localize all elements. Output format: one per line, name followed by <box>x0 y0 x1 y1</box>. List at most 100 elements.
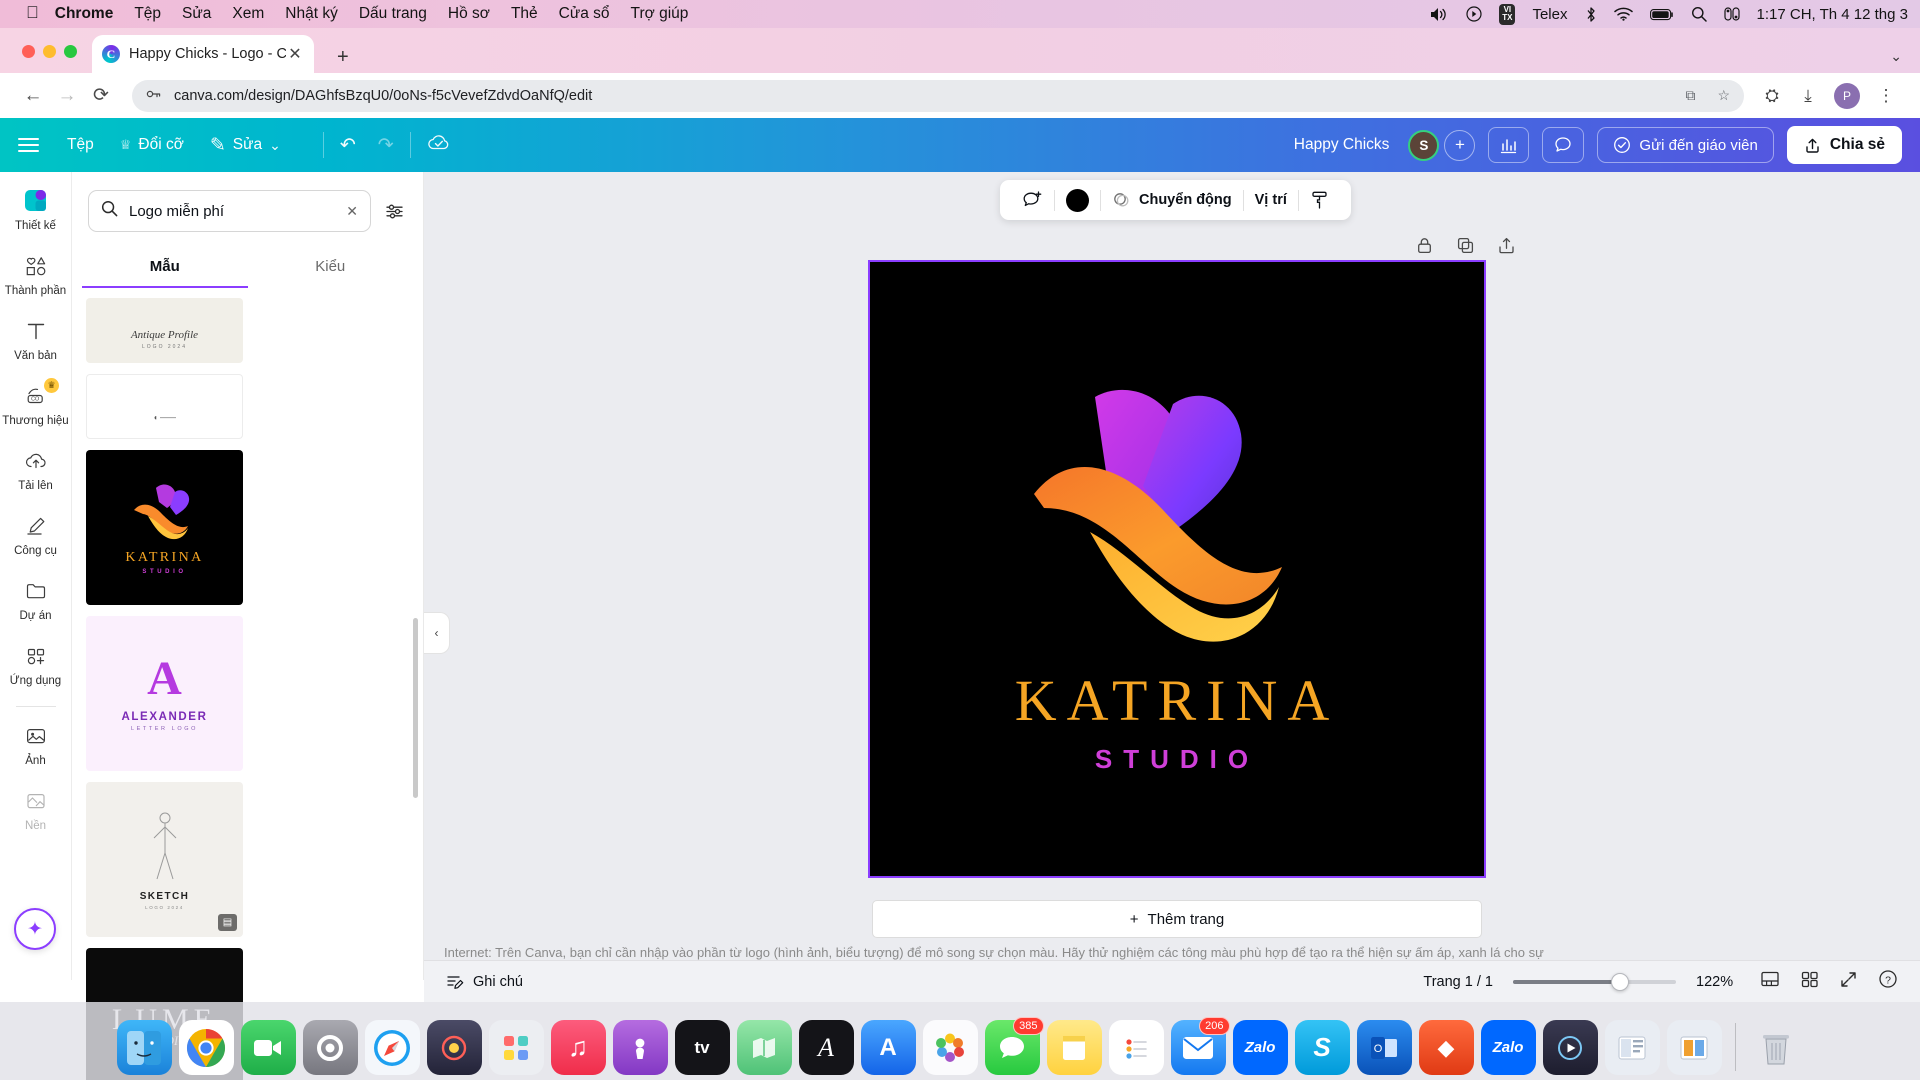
sidebar-item-apps[interactable]: Ứng dụng <box>0 641 71 687</box>
duplicate-icon[interactable] <box>1456 236 1475 260</box>
template-card[interactable]: A ALEXANDER LETTER LOGO <box>86 616 243 771</box>
dock-app-app-store-a[interactable]: A <box>798 1020 854 1075</box>
sidebar-item-elements[interactable]: Thành phần <box>0 251 71 297</box>
zoom-slider[interactable] <box>1513 972 1676 991</box>
bookmark-star-icon[interactable]: ☆ <box>1717 87 1730 104</box>
animate-button[interactable]: Chuyển động <box>1101 191 1243 210</box>
position-button[interactable]: Vị trí <box>1244 192 1298 208</box>
add-page-button[interactable]: + Thêm trang <box>872 900 1482 938</box>
tab-list-chevron-down-icon[interactable]: ⌄ <box>1890 48 1902 65</box>
dock-app-messages[interactable]: 385 <box>984 1017 1044 1075</box>
dock-app-apple-tv[interactable]: tv <box>674 1020 730 1075</box>
address-bar[interactable]: canva.com/design/DAGhfsBzqU0/0oNs-f5cVev… <box>132 79 1744 112</box>
dock-app-skype[interactable]: S <box>1294 1020 1350 1075</box>
file-menu-button[interactable]: Tệp <box>67 136 94 154</box>
export-icon[interactable] <box>1497 236 1516 260</box>
undo-icon[interactable]: ↶ <box>340 134 356 157</box>
download-icon[interactable]: ⤓ <box>1790 86 1826 106</box>
menu-ho-so[interactable]: Hồ sơ <box>448 5 490 23</box>
profile-avatar[interactable]: P <box>1834 82 1860 109</box>
clear-search-icon[interactable]: ✕ <box>346 203 358 220</box>
sidebar-item-background[interactable]: Nền <box>0 786 71 832</box>
template-card[interactable]: Antique Profile LOGO 2024 <box>86 298 243 363</box>
chrome-menu-icon[interactable]: ⋮ <box>1868 86 1904 106</box>
control-center-toggle-icon[interactable] <box>1723 6 1740 22</box>
help-icon[interactable]: ? <box>1878 969 1898 994</box>
dock-app-podcasts[interactable] <box>612 1020 668 1075</box>
add-comment-icon[interactable] <box>1011 190 1054 210</box>
dock-app-zalo-2[interactable]: Zalo <box>1480 1020 1536 1075</box>
user-avatar[interactable]: S <box>1408 129 1440 161</box>
canva-home-menu-icon[interactable] <box>18 138 39 152</box>
dock-app-maps[interactable] <box>736 1020 792 1075</box>
dock-app-finder[interactable] <box>116 1020 172 1075</box>
bluetooth-icon[interactable] <box>1585 6 1597 23</box>
grid-view-icon[interactable] <box>1760 970 1780 993</box>
dock-app-photo-booth[interactable] <box>426 1020 482 1075</box>
pages-grid-icon[interactable] <box>1800 970 1819 993</box>
menu-tep[interactable]: Tệp <box>134 5 161 23</box>
menu-xem[interactable]: Xem <box>232 5 264 23</box>
dock-app-facetime[interactable] <box>240 1020 296 1075</box>
volume-icon[interactable] <box>1430 7 1449 22</box>
tab-styles[interactable]: Kiểu <box>248 248 414 288</box>
input-method-badge[interactable]: VI TX <box>1499 3 1516 25</box>
magic-studio-button[interactable]: ✦ <box>14 908 56 950</box>
extensions-icon[interactable]: ⛭ <box>1754 86 1790 106</box>
dock-app-folder-2[interactable] <box>1666 1020 1722 1075</box>
dock-app-system-settings[interactable] <box>302 1020 358 1075</box>
lock-icon[interactable] <box>1415 236 1434 260</box>
document-title[interactable]: Happy Chicks <box>1294 136 1390 154</box>
sidebar-item-upload[interactable]: Tải lên <box>0 446 71 492</box>
sidebar-item-design[interactable]: Thiết kế <box>0 186 71 232</box>
dock-app-outlook[interactable]: O <box>1356 1020 1412 1075</box>
dock-app-zalo-1[interactable]: Zalo <box>1232 1020 1288 1075</box>
browser-tab[interactable]: C Happy Chicks - Logo - Canva ✕ <box>92 35 314 73</box>
minimize-window-button[interactable] <box>43 45 56 58</box>
apple-menu-icon[interactable]:  <box>26 3 39 23</box>
close-window-button[interactable] <box>22 45 35 58</box>
dock-app-folder-1[interactable] <box>1604 1020 1660 1075</box>
menu-sua[interactable]: Sửa <box>182 5 211 23</box>
cloud-saved-icon[interactable] <box>427 133 451 158</box>
template-card[interactable]: KATRINA STUDIO <box>86 450 243 605</box>
close-tab-icon[interactable]: ✕ <box>286 44 304 64</box>
maximize-window-button[interactable] <box>64 45 77 58</box>
search-input[interactable]: Logo miễn phí ✕ <box>88 190 371 232</box>
dock-app-safari[interactable] <box>364 1020 420 1075</box>
dock-app-mail[interactable]: 206 <box>1170 1017 1230 1075</box>
dock-app-chrome[interactable] <box>178 1020 234 1075</box>
dock-app-vscode[interactable]: ◆ <box>1418 1020 1474 1075</box>
forward-button[interactable]: → <box>50 85 84 107</box>
redo-icon[interactable]: ↷ <box>378 134 394 157</box>
notes-button[interactable]: Ghi chú <box>446 973 523 991</box>
panel-scrollbar[interactable] <box>413 618 418 798</box>
dock-app-app-store[interactable]: A <box>860 1020 916 1075</box>
dock-app-capcut[interactable] <box>1542 1020 1598 1075</box>
menu-chrome[interactable]: Chrome <box>55 5 114 23</box>
menu-the[interactable]: Thẻ <box>511 5 538 23</box>
resize-button[interactable]: ♕ Đổi cỡ <box>120 136 184 154</box>
split-view-icon[interactable]: ⧉ <box>1685 87 1695 104</box>
dock-app-trash[interactable] <box>1749 1020 1804 1075</box>
collapse-panel-button[interactable]: ‹ <box>424 612 450 654</box>
fullscreen-icon[interactable] <box>1839 970 1858 994</box>
template-card[interactable]: SKETCH LOGO 2024 ▤ <box>86 782 243 937</box>
add-collaborator-button[interactable]: + <box>1444 129 1476 161</box>
comment-button[interactable] <box>1542 127 1585 163</box>
sidebar-item-projects[interactable]: Dự án <box>0 576 71 622</box>
sidebar-item-tools[interactable]: Công cụ <box>0 511 71 557</box>
dock-app-photos[interactable] <box>922 1020 978 1075</box>
control-center-icon[interactable] <box>1466 6 1482 22</box>
menu-tro-giup[interactable]: Trợ giúp <box>631 5 689 23</box>
wifi-icon[interactable] <box>1613 7 1633 21</box>
insights-button[interactable] <box>1488 127 1530 163</box>
edit-button[interactable]: ✎ Sửa ⌄ <box>210 134 281 157</box>
menu-cua-so[interactable]: Cửa sổ <box>559 5 610 23</box>
spotlight-search-icon[interactable] <box>1691 6 1707 22</box>
color-swatch-button[interactable] <box>1055 188 1100 212</box>
zoom-slider-knob[interactable] <box>1611 972 1629 991</box>
search-filter-icon[interactable] <box>381 198 407 224</box>
back-button[interactable]: ← <box>16 85 50 107</box>
input-method-label[interactable]: Telex <box>1532 6 1567 23</box>
